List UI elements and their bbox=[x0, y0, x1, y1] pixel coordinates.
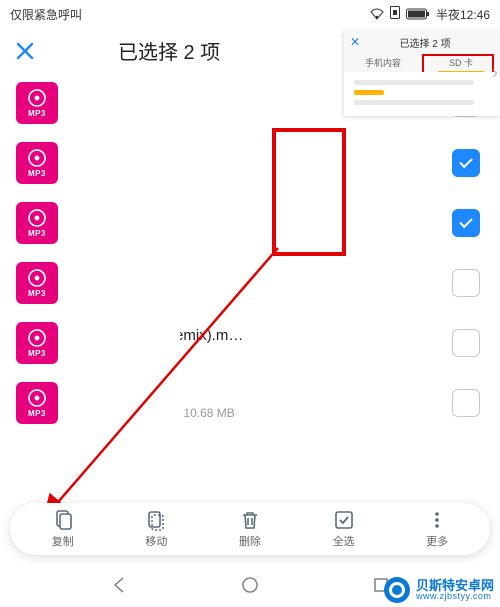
watermark: 贝斯特安卓网 www.zjbstyy.com bbox=[384, 577, 494, 603]
move-label: 移动 bbox=[145, 533, 167, 549]
mp3-thumb: MP3 bbox=[16, 262, 58, 304]
brand-url: www.zjbstyy.com bbox=[416, 592, 494, 601]
mp3-thumb: MP3 bbox=[16, 82, 58, 124]
more-button[interactable]: 更多 bbox=[413, 509, 461, 549]
status-left: 仅限紧急呼叫 bbox=[10, 6, 82, 23]
checkbox[interactable] bbox=[452, 149, 480, 177]
battery-icon bbox=[406, 8, 430, 20]
mp3-thumb: MP3 bbox=[16, 322, 58, 364]
inset-annotation-box bbox=[422, 54, 494, 74]
checkbox[interactable] bbox=[452, 329, 480, 357]
inset-tab-internal: 手机内容 bbox=[344, 54, 422, 72]
inset-title: 已选择 2 项 bbox=[366, 35, 484, 50]
more-label: 更多 bbox=[426, 533, 448, 549]
copy-label: 复制 bbox=[52, 533, 74, 549]
inset-screenshot: ✕ 已选择 2 项 手机内容 SD 卡 › bbox=[344, 30, 500, 116]
checkbox[interactable] bbox=[452, 269, 480, 297]
checkbox[interactable] bbox=[452, 209, 480, 237]
mp3-thumb: MP3 bbox=[16, 202, 58, 244]
thumb-label: MP3 bbox=[28, 349, 46, 358]
brand-logo-icon bbox=[384, 577, 410, 603]
sim-icon bbox=[390, 6, 400, 22]
status-time: 半夜12:46 bbox=[436, 6, 490, 23]
thumb-label: MP3 bbox=[28, 109, 46, 118]
thumb-label: MP3 bbox=[28, 409, 46, 418]
move-button[interactable]: 移动 bbox=[132, 509, 180, 549]
mp3-thumb: MP3 bbox=[16, 142, 58, 184]
inset-close-icon: ✕ bbox=[344, 35, 366, 49]
select-all-label: 全选 bbox=[333, 533, 355, 549]
close-icon[interactable] bbox=[12, 38, 38, 64]
select-all-button[interactable]: 全选 bbox=[320, 509, 368, 549]
copy-button[interactable]: 复制 bbox=[39, 509, 87, 549]
thumb-label: MP3 bbox=[28, 289, 46, 298]
delete-button[interactable]: 删除 bbox=[226, 509, 274, 549]
mp3-thumb: MP3 bbox=[16, 382, 58, 424]
nav-back-icon[interactable] bbox=[109, 574, 131, 596]
inset-chevron-right-icon: › bbox=[492, 63, 498, 84]
thumb-label: MP3 bbox=[28, 169, 46, 178]
redaction-overlay bbox=[70, 74, 180, 464]
delete-label: 删除 bbox=[239, 533, 261, 549]
nav-home-icon[interactable] bbox=[239, 574, 261, 596]
toolbar: 复制 移动 删除 全选 更多 bbox=[10, 503, 490, 555]
thumb-label: MP3 bbox=[28, 229, 46, 238]
status-right-cluster: 半夜12:46 bbox=[370, 6, 490, 23]
annotation-box bbox=[272, 128, 346, 256]
wifi-icon bbox=[370, 8, 384, 20]
checkbox[interactable] bbox=[452, 389, 480, 417]
